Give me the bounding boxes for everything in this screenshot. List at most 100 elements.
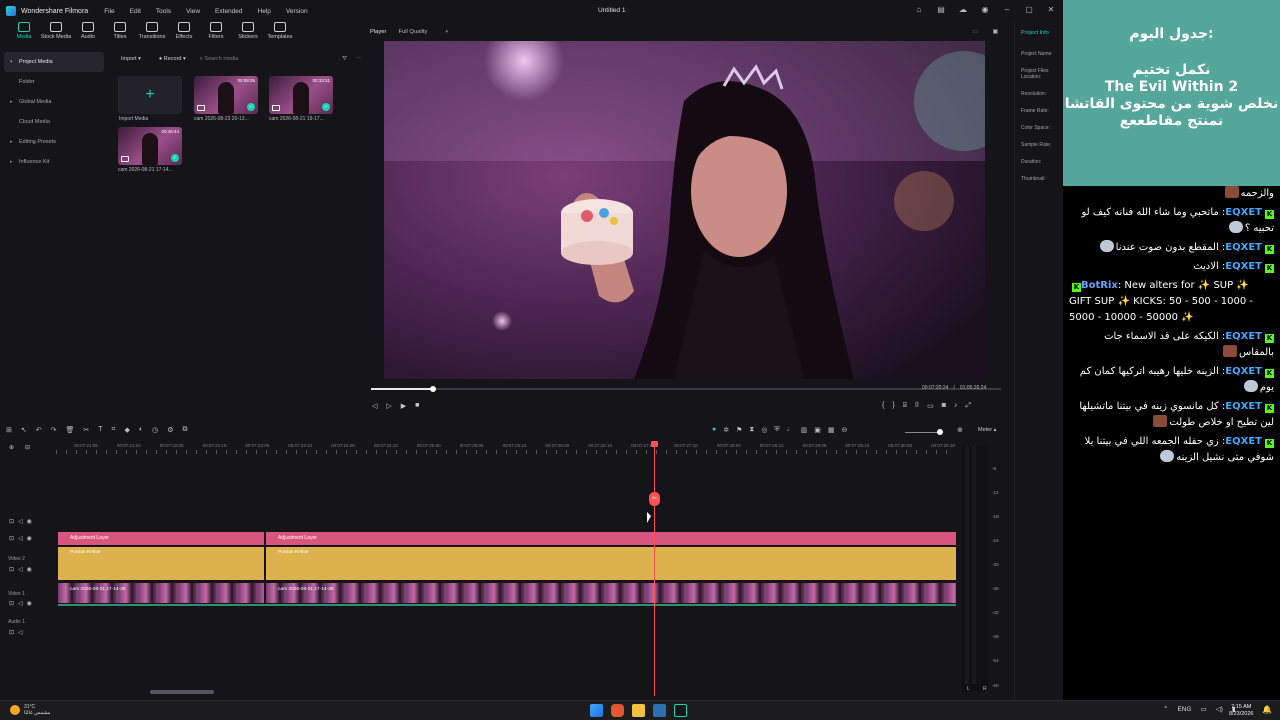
mute-icon[interactable]: ◁ bbox=[18, 600, 23, 607]
volume-icon[interactable]: ♪ bbox=[954, 402, 958, 410]
tab-templates[interactable]: Templates bbox=[264, 22, 296, 48]
filmora-taskbar-icon[interactable] bbox=[674, 704, 687, 717]
menu-tools[interactable]: Tools bbox=[156, 8, 171, 15]
menu-extended[interactable]: Extended bbox=[215, 8, 242, 15]
portrait-refine-clip[interactable]: Portrait Refine bbox=[266, 547, 956, 580]
media-thumbnail-2[interactable]: 00:33:31 ✓ bbox=[269, 76, 333, 114]
record-dropdown[interactable]: ● Record ▾ bbox=[159, 56, 186, 62]
insert-icon[interactable]: ⌸ bbox=[903, 402, 907, 410]
cloud-icon[interactable]: ☁ bbox=[957, 4, 969, 16]
mute-icon[interactable]: ◁ bbox=[18, 629, 23, 636]
more-tools-icon[interactable]: ⧉ bbox=[183, 426, 188, 434]
menu-view[interactable]: View bbox=[186, 8, 200, 15]
network-icon[interactable]: ▭ bbox=[1201, 705, 1207, 713]
pip-icon[interactable]: ▣ bbox=[814, 426, 821, 434]
sidebar-item-cloud-media[interactable]: Cloud Media bbox=[4, 112, 104, 132]
zoom-slider[interactable] bbox=[905, 429, 943, 435]
play-icon[interactable]: ▶ bbox=[401, 402, 406, 410]
lock-icon[interactable]: ⊡ bbox=[9, 535, 14, 542]
import-dropdown[interactable]: Import ▾ bbox=[121, 56, 141, 62]
more-options-icon[interactable]: ⋯ bbox=[356, 56, 362, 62]
zoom-in-icon[interactable]: ⊕ bbox=[957, 426, 963, 434]
close-icon[interactable]: ✕ bbox=[1045, 4, 1057, 16]
prev-frame-icon[interactable]: ◁ bbox=[372, 402, 377, 410]
quality-dropdown[interactable]: Full Quality bbox=[398, 29, 427, 35]
lock-icon[interactable]: ⊡ bbox=[9, 600, 14, 607]
stabilize-icon[interactable]: ⚙ bbox=[167, 426, 173, 434]
menu-version[interactable]: Version bbox=[286, 8, 308, 15]
media-thumbnail-1[interactable]: 00:08:05 ✓ bbox=[194, 76, 258, 114]
delete-icon[interactable]: 🗑 bbox=[66, 426, 75, 434]
snapshot-icon[interactable]: ▣ bbox=[993, 29, 998, 35]
overwrite-icon[interactable]: ⌷ bbox=[915, 402, 919, 410]
display-icon[interactable]: ▭ bbox=[927, 402, 934, 410]
weather-widget[interactable]: 31°C مشمس غالبًا bbox=[10, 704, 51, 716]
compare-icon[interactable]: ▭ bbox=[973, 29, 978, 35]
portrait-refine-clip[interactable]: Portrait Refine bbox=[58, 547, 264, 580]
chevron-up-icon[interactable]: ⌃ bbox=[1163, 705, 1168, 713]
video-clip[interactable]: cam 2026-08-21 17-14-35 bbox=[58, 583, 264, 603]
search-input[interactable]: ⌕ Search media bbox=[200, 56, 239, 63]
timeline-scrollbar[interactable] bbox=[150, 690, 214, 694]
eye-icon[interactable]: ◉ bbox=[27, 600, 32, 607]
split-marker-icon[interactable]: ✂ bbox=[649, 492, 660, 506]
eye-icon[interactable]: ◉ bbox=[27, 518, 32, 525]
lock-icon[interactable]: ⊡ bbox=[9, 629, 14, 636]
media-thumbnail-3[interactable]: 00:46:44 ✓ bbox=[118, 127, 182, 165]
timeline-ruler[interactable]: 00:07:21:05 00:07:21:10 00:07:22:00 00:07:2… bbox=[56, 440, 956, 456]
windows-start-icon[interactable] bbox=[590, 704, 603, 717]
sidebar-item-folder[interactable]: Folder bbox=[4, 72, 104, 92]
layout-icon[interactable]: ▤ bbox=[935, 4, 947, 16]
taskbar-clock[interactable]: 7:15 AM 8/23/2026 bbox=[1229, 704, 1253, 718]
tab-filters[interactable]: Filters bbox=[200, 22, 232, 48]
mark-out-icon[interactable]: } bbox=[892, 402, 894, 410]
import-media-button[interactable]: + bbox=[118, 76, 182, 114]
shield-icon[interactable]: ⛨ bbox=[774, 426, 779, 434]
color-icon[interactable]: ◐ bbox=[139, 426, 143, 434]
track-manager-icon[interactable]: ⊟ bbox=[25, 444, 30, 451]
filter-icon[interactable]: ⛛ bbox=[342, 56, 347, 63]
notification-bell-icon[interactable]: 🔔 bbox=[1262, 705, 1272, 714]
add-track-icon[interactable]: ⊕ bbox=[9, 444, 14, 451]
audio-mix-icon[interactable]: ▥ bbox=[801, 426, 808, 434]
playback-scrubber-handle[interactable] bbox=[430, 386, 436, 392]
fullscreen-icon[interactable]: ⤢ bbox=[965, 402, 971, 410]
crop-icon[interactable]: ⌗ bbox=[112, 426, 116, 434]
keyframe-icon[interactable]: ◆ bbox=[125, 426, 130, 434]
playback-progress-bar[interactable] bbox=[371, 386, 1001, 392]
playhead-handle[interactable] bbox=[651, 441, 658, 447]
undo-icon[interactable]: ↶ bbox=[36, 426, 42, 434]
sidebar-item-project-media[interactable]: ▾ Project Media bbox=[4, 52, 104, 72]
tab-audio[interactable]: Audio bbox=[72, 22, 104, 48]
tab-project-info[interactable]: Project Info bbox=[1015, 22, 1063, 36]
steam-icon[interactable] bbox=[653, 704, 666, 717]
zoom-fit-icon[interactable]: ▦ bbox=[828, 426, 835, 434]
render-icon[interactable]: ● bbox=[712, 426, 716, 434]
playhead[interactable] bbox=[654, 441, 655, 696]
video-clip[interactable]: cam 2026-08-21 17-14-35 bbox=[266, 583, 956, 603]
video-preview[interactable] bbox=[384, 41, 985, 379]
tab-stickers[interactable]: Stickers bbox=[232, 22, 264, 48]
account-icon[interactable]: ◉ bbox=[979, 4, 991, 16]
mic-icon[interactable]: ♩ bbox=[787, 426, 794, 434]
tab-effects[interactable]: Effects bbox=[168, 22, 200, 48]
meter-dropdown[interactable]: Meter ▴ bbox=[978, 427, 996, 433]
tab-media[interactable]: Media bbox=[8, 22, 40, 48]
stop-icon[interactable]: ■ bbox=[415, 402, 419, 410]
zoom-out-icon[interactable]: ⊖ bbox=[842, 426, 848, 434]
speaker-icon[interactable]: ◁) bbox=[1216, 705, 1223, 713]
menu-help[interactable]: Help bbox=[258, 8, 271, 15]
ai-icon[interactable]: ✲ bbox=[723, 426, 729, 434]
layout-grid-icon[interactable]: ⊞ bbox=[6, 426, 12, 434]
lock-icon[interactable]: ⊡ bbox=[9, 566, 14, 573]
language-indicator[interactable]: ENG bbox=[1177, 706, 1191, 713]
sidebar-item-influence-kit[interactable]: ▸ Influence Kit bbox=[4, 152, 104, 172]
eye-icon[interactable]: ◉ bbox=[27, 566, 32, 573]
mute-icon[interactable]: ◁ bbox=[18, 535, 23, 542]
marker-icon[interactable]: ⚑ bbox=[736, 426, 742, 434]
sidebar-item-global-media[interactable]: ▸ Global Media bbox=[4, 92, 104, 112]
maximize-icon[interactable]: ▢ bbox=[1023, 4, 1035, 16]
speed-icon[interactable]: ◷ bbox=[152, 426, 158, 434]
adjustment-layer-clip[interactable]: Adjustment Layer bbox=[266, 532, 956, 545]
minimize-icon[interactable]: – bbox=[1001, 4, 1013, 16]
